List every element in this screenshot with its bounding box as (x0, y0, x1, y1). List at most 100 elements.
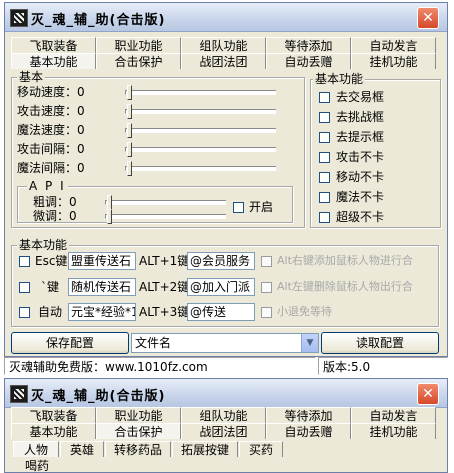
tab-pending[interactable]: 等待添加 (266, 37, 351, 53)
esc-key-checkbox[interactable] (19, 256, 30, 267)
w2-tab-auto-drop[interactable]: 自动丢赠 (266, 423, 351, 439)
tab-auto-drop[interactable]: 自动丢赠 (266, 53, 351, 69)
attack-no-lag-checkbox[interactable] (319, 152, 330, 163)
remove-trade-box-checkbox[interactable] (319, 92, 330, 103)
config-file-select[interactable]: 文件名 ▼ (131, 333, 319, 353)
attack-speed-thumb[interactable] (127, 104, 132, 119)
load-config-button[interactable]: 读取配置 (321, 332, 439, 354)
app-icon-2 (10, 385, 28, 403)
fine-adjust-slider[interactable] (105, 214, 226, 219)
alt1-command-input[interactable]: @会员服务 (187, 252, 255, 270)
w2-tab-basic-functions[interactable]: 基本功能 (11, 423, 96, 439)
quick-logout-label: 小退免等待 (277, 305, 332, 318)
magic-speed-label: 魔法速度：0 (17, 123, 85, 137)
w2-tab-afk-functions[interactable]: 挂机功能 (351, 423, 436, 439)
api-enable-checkbox[interactable] (233, 202, 244, 213)
subtab-extend-keys[interactable]: 拓展按键 (172, 441, 238, 457)
fine-adjust-label: 微调：0 (33, 209, 77, 223)
move-no-lag-checkbox[interactable] (319, 172, 330, 183)
esc-key-label: Esc键 (35, 254, 68, 268)
alt-right-click-add-label: Alt右键添加鼠标人物进行合 (277, 254, 413, 267)
super-no-lag-label: 超级不卡 (336, 210, 385, 224)
tab-basic-functions[interactable]: 基本功能 (11, 53, 96, 69)
app-icon (10, 9, 28, 27)
close-button-2[interactable]: ✕ (417, 383, 439, 405)
alt2-key-label: ALT+2键 (139, 280, 190, 294)
api-enable-label: 开启 (249, 200, 274, 214)
remove-tip-box-label: 去提示框 (336, 130, 385, 144)
chevron-down-icon[interactable]: ▼ (301, 334, 318, 352)
magic-speed-thumb[interactable] (127, 123, 132, 138)
attack-speed-slider[interactable] (125, 109, 276, 114)
move-speed-thumb[interactable] (127, 85, 132, 100)
move-speed-slider[interactable] (125, 90, 276, 95)
subtab-transfer-potion[interactable]: 转移药品 (105, 441, 171, 457)
fine-adjust-thumb[interactable] (107, 209, 112, 224)
tab-combo-protect[interactable]: 合击保护 (96, 53, 181, 69)
coarse-adjust-label: 粗调：0 (33, 195, 77, 209)
magic-speed-slider[interactable] (125, 128, 276, 133)
esc-key-item-input[interactable]: 盟重传送石 (68, 252, 136, 270)
alt2-command-input[interactable]: @加入门派 (187, 278, 255, 296)
remove-challenge-box-checkbox[interactable] (319, 112, 330, 123)
tab-afk-functions[interactable]: 挂机功能 (351, 53, 436, 69)
alt3-command-input[interactable]: @传送 (187, 303, 255, 321)
drink-potion-label: 喝药 (25, 459, 50, 473)
subtab-character[interactable]: 人物 (13, 441, 59, 457)
attack-interval-slider[interactable] (125, 147, 276, 152)
magic-interval-thumb[interactable] (127, 161, 132, 176)
tab-battle-group[interactable]: 战团法团 (181, 53, 266, 69)
tab-team-functions[interactable]: 组队功能 (181, 37, 266, 53)
alt-left-click-remove-label: Alt左键删除鼠标人物出行合 (277, 280, 413, 293)
w2-tab-battle-group[interactable]: 战团法团 (181, 423, 266, 439)
attack-speed-label: 攻击速度：0 (17, 104, 85, 118)
w2-tab-pickup-equip[interactable]: 飞取装备 (11, 407, 96, 423)
magic-interval-label: 魔法间隔：0 (17, 161, 85, 175)
api-group-label: A P I (27, 179, 68, 193)
window-title: 灭_魂_辅_助(合击版) (31, 13, 166, 28)
config-file-value: 文件名 (135, 336, 172, 350)
close-button[interactable]: ✕ (417, 7, 439, 29)
quick-logout-checkbox[interactable] (261, 307, 272, 318)
alt-left-click-remove-checkbox[interactable] (261, 282, 272, 293)
magic-no-lag-checkbox[interactable] (319, 192, 330, 203)
auto-checkbox[interactable] (19, 307, 30, 318)
tab-class-functions[interactable]: 职业功能 (96, 37, 181, 53)
alt-right-click-add-checkbox[interactable] (261, 256, 272, 267)
auto-label: 自动 (38, 305, 63, 319)
remove-trade-box-label: 去交易框 (336, 90, 385, 104)
alt1-key-label: ALT+1键 (139, 254, 190, 268)
backtick-key-checkbox[interactable] (19, 282, 30, 293)
subtab-buy-potion[interactable]: 买药 (239, 441, 283, 457)
tab-auto-speak[interactable]: 自动发言 (351, 37, 436, 53)
save-config-button[interactable]: 保存配置 (11, 332, 129, 354)
move-no-lag-label: 移动不卡 (336, 170, 385, 184)
super-no-lag-checkbox[interactable] (319, 212, 330, 223)
backtick-key-label: `键 (41, 280, 60, 294)
title-bar-2[interactable]: 灭_魂_辅_助(合击版) ✕ (5, 379, 447, 408)
magic-no-lag-label: 魔法不卡 (336, 190, 385, 204)
status-version: 版本:5.0 (318, 357, 448, 375)
attack-no-lag-label: 攻击不卡 (336, 150, 385, 164)
w2-tab-auto-speak[interactable]: 自动发言 (351, 407, 436, 423)
attack-interval-thumb[interactable] (127, 142, 132, 157)
title-bar[interactable]: 灭_魂_辅_助(合击版) ✕ (5, 3, 447, 32)
alt3-key-label: ALT+3键 (139, 305, 190, 319)
backtick-key-item-input[interactable]: 随机传送石 (68, 278, 136, 296)
coarse-adjust-thumb[interactable] (107, 195, 112, 210)
w2-tab-pending[interactable]: 等待添加 (266, 407, 351, 423)
tab-pickup-equip[interactable]: 飞取装备 (11, 37, 96, 53)
magic-interval-slider[interactable] (125, 166, 276, 171)
coarse-adjust-slider[interactable] (105, 200, 226, 205)
second-window: 灭_魂_辅_助(合击版) ✕ 飞取装备 职业功能 组队功能 等待添加 自动发言 … (4, 378, 448, 473)
subtab-hero[interactable]: 英雄 (60, 441, 104, 457)
w2-tab-team-functions[interactable]: 组队功能 (181, 407, 266, 423)
status-site: 灭魂辅助免费版：www.1010fz.com (4, 357, 316, 375)
remove-tip-box-checkbox[interactable] (319, 132, 330, 143)
auto-item-input[interactable]: 元宝*经验*1 (68, 303, 136, 321)
w2-tab-combo-protect[interactable]: 合击保护 (96, 423, 181, 439)
w2-tab-class-functions[interactable]: 职业功能 (96, 407, 181, 423)
move-speed-label: 移动速度：0 (17, 85, 85, 99)
basic-func-right-label: 基本功能 (313, 72, 366, 86)
remove-challenge-box-label: 去挑战框 (336, 110, 385, 124)
